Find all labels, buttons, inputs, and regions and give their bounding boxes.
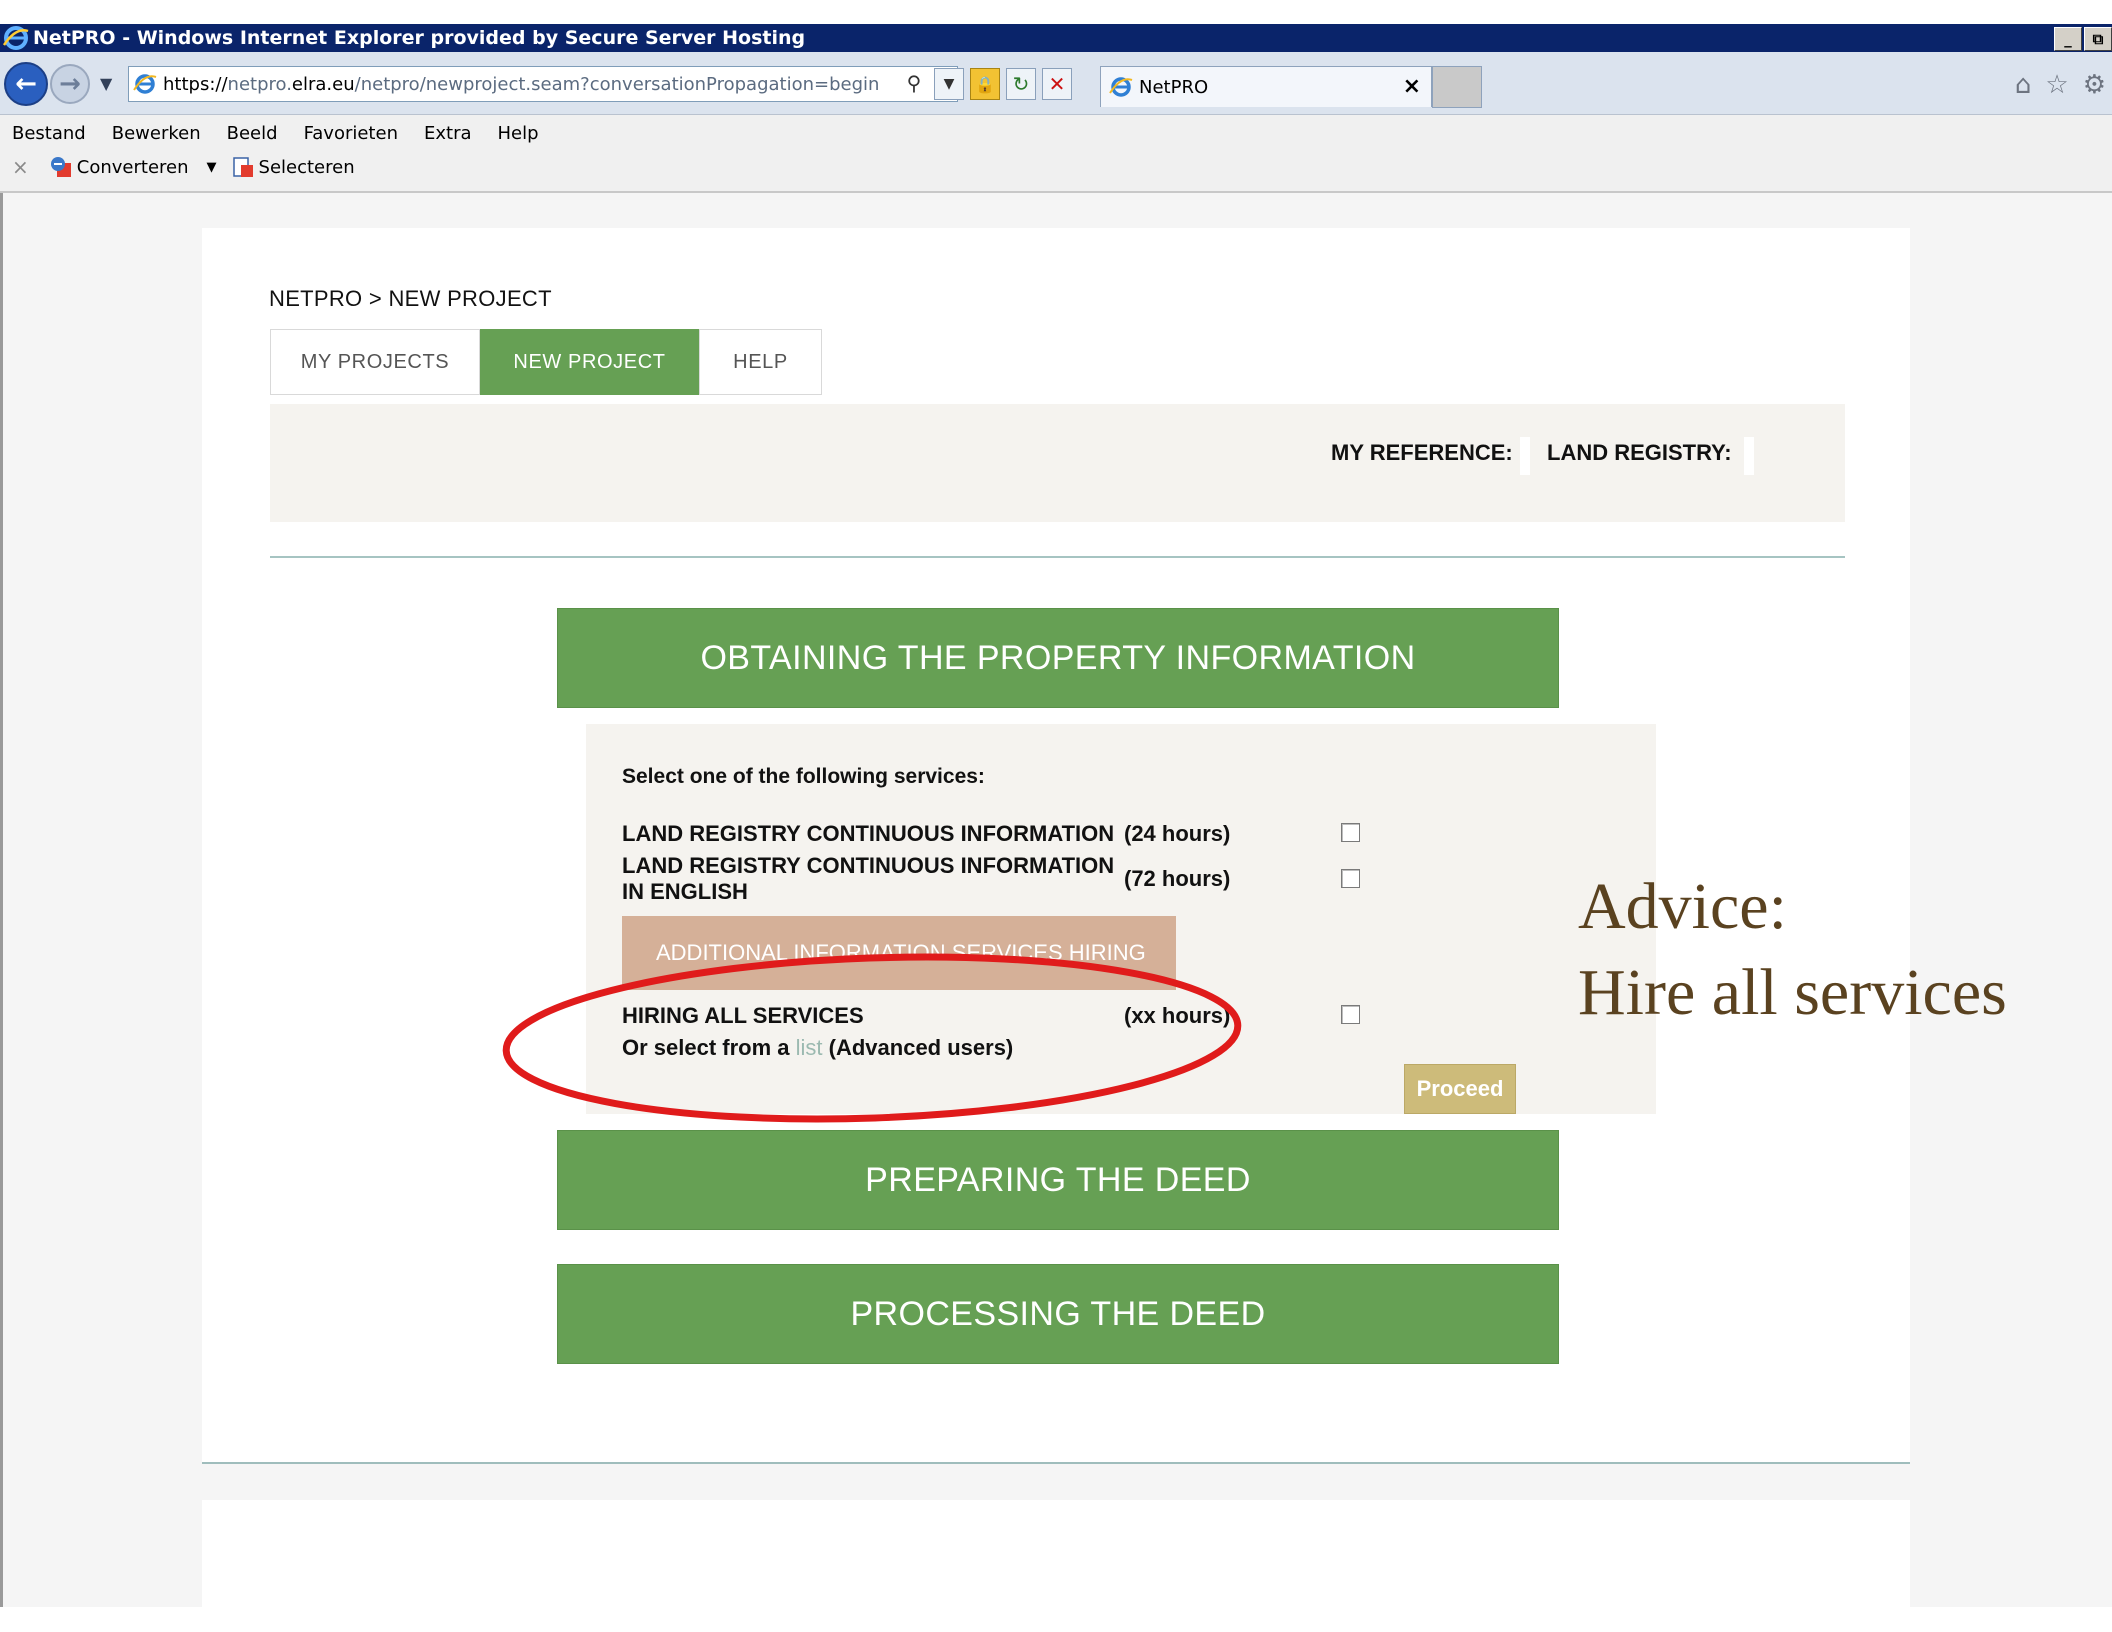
convert-button[interactable]: Converteren	[77, 157, 189, 178]
tab-new-project[interactable]: NEW PROJECT	[480, 329, 699, 395]
advice-line-1: Advice:	[1578, 870, 1787, 943]
status-strip	[0, 1607, 2112, 1632]
search-icon[interactable]: ⚲	[900, 68, 928, 98]
address-dropdown-icon[interactable]: ▼	[934, 68, 964, 100]
address-bar[interactable]: https://netpro. elra.eu/netpro/newproject…	[128, 66, 958, 102]
stop-icon[interactable]: ✕	[1042, 68, 1072, 100]
back-button[interactable]: ←	[4, 62, 48, 106]
favorites-star-icon[interactable]: ☆	[2045, 70, 2068, 100]
main-tabs: MY PROJECTS NEW PROJECT HELP	[270, 329, 822, 395]
menu-bewerken[interactable]: Bewerken	[112, 123, 201, 144]
my-reference-label: MY REFERENCE:	[1331, 440, 1513, 465]
service-duration-1: (24 hours)	[1124, 821, 1231, 846]
url-path: /netpro/newproject.seam?conversationProp…	[354, 73, 880, 95]
history-dropdown-icon[interactable]: ▼	[100, 74, 112, 93]
footer-panel	[202, 1500, 1910, 1607]
processing-deed-header[interactable]: PROCESSING THE DEED	[557, 1264, 1559, 1364]
tab-title: NetPRO	[1139, 76, 1209, 98]
back-arrow-icon: ←	[15, 69, 37, 99]
tab-ie-icon	[1109, 77, 1133, 97]
minimize-button[interactable]: _	[2054, 27, 2082, 51]
proceed-button[interactable]: Proceed	[1404, 1064, 1516, 1114]
ie-page-icon	[133, 74, 157, 94]
obtaining-property-info-header[interactable]: OBTAINING THE PROPERTY INFORMATION	[557, 608, 1559, 708]
service-name-2-line2: IN ENGLISH	[622, 879, 748, 904]
forward-button[interactable]: →	[50, 64, 90, 104]
advice-annotation: Advice: Hire all services	[1578, 864, 2007, 1036]
menu-bestand[interactable]: Bestand	[12, 123, 86, 144]
convert-dropdown-icon[interactable]: ▼	[207, 160, 217, 175]
land-registry-field[interactable]	[1744, 437, 1754, 475]
url-protocol: https://	[163, 73, 228, 95]
breadcrumb: NETPRO > NEW PROJECT	[269, 286, 552, 311]
select-button[interactable]: Selecteren	[259, 157, 355, 178]
menu-favorieten[interactable]: Favorieten	[304, 123, 398, 144]
browser-tab[interactable]: NetPRO ×	[1100, 66, 1432, 107]
hiring-all-checkbox[interactable]	[1341, 1005, 1360, 1024]
services-prompt: Select one of the following services:	[622, 765, 985, 788]
lock-icon[interactable]: 🔒	[970, 68, 1000, 100]
ie-logo-icon	[3, 26, 29, 50]
tab-close-icon[interactable]: ×	[1403, 74, 1421, 99]
service-name-1: LAND REGISTRY CONTINUOUS INFORMATION	[622, 821, 1115, 846]
window-title: NetPRO - Windows Internet Explorer provi…	[33, 27, 806, 49]
tab-my-projects[interactable]: MY PROJECTS	[270, 329, 480, 395]
preparing-deed-header[interactable]: PREPARING THE DEED	[557, 1130, 1559, 1230]
window-titlebar: NetPRO - Windows Internet Explorer provi…	[0, 24, 2112, 52]
service-name-2-line1: LAND REGISTRY CONTINUOUS INFORMATION	[622, 853, 1115, 878]
new-tab-button[interactable]	[1432, 66, 1482, 108]
refresh-icon[interactable]: ↻	[1006, 68, 1036, 100]
forward-arrow-icon: →	[59, 69, 81, 99]
panel-divider	[202, 1462, 1910, 1464]
red-highlight-ellipse	[502, 953, 1242, 1123]
home-icon[interactable]: ⌂	[2015, 70, 2032, 100]
land-registry-label: LAND REGISTRY:	[1547, 440, 1732, 465]
my-reference-field[interactable]	[1520, 437, 1530, 475]
close-toolbar-icon[interactable]: ×	[12, 155, 29, 179]
tab-help[interactable]: HELP	[699, 329, 822, 395]
gear-icon[interactable]: ⚙	[2083, 70, 2106, 100]
navigation-bar: ← → ▼ https://netpro. elra.eu/netpro/newp…	[0, 52, 2112, 115]
menu-beeld[interactable]: Beeld	[227, 123, 278, 144]
advice-line-2: Hire all services	[1578, 956, 2007, 1029]
url-host: elra.eu	[291, 73, 355, 95]
menu-help[interactable]: Help	[498, 123, 539, 144]
section-divider	[270, 556, 1845, 558]
maximize-button[interactable]: ⧉	[2084, 27, 2112, 51]
menu-extra[interactable]: Extra	[424, 123, 472, 144]
service-duration-2: (72 hours)	[1124, 866, 1231, 891]
menu-bar: Bestand Bewerken Beeld Favorieten Extra …	[0, 115, 2112, 193]
convert-pdf-icon	[50, 157, 71, 177]
service-checkbox-2[interactable]	[1341, 869, 1360, 888]
service-checkbox-1[interactable]	[1341, 823, 1360, 842]
select-pdf-icon	[232, 157, 253, 177]
url-host-prefix: netpro.	[227, 73, 292, 95]
